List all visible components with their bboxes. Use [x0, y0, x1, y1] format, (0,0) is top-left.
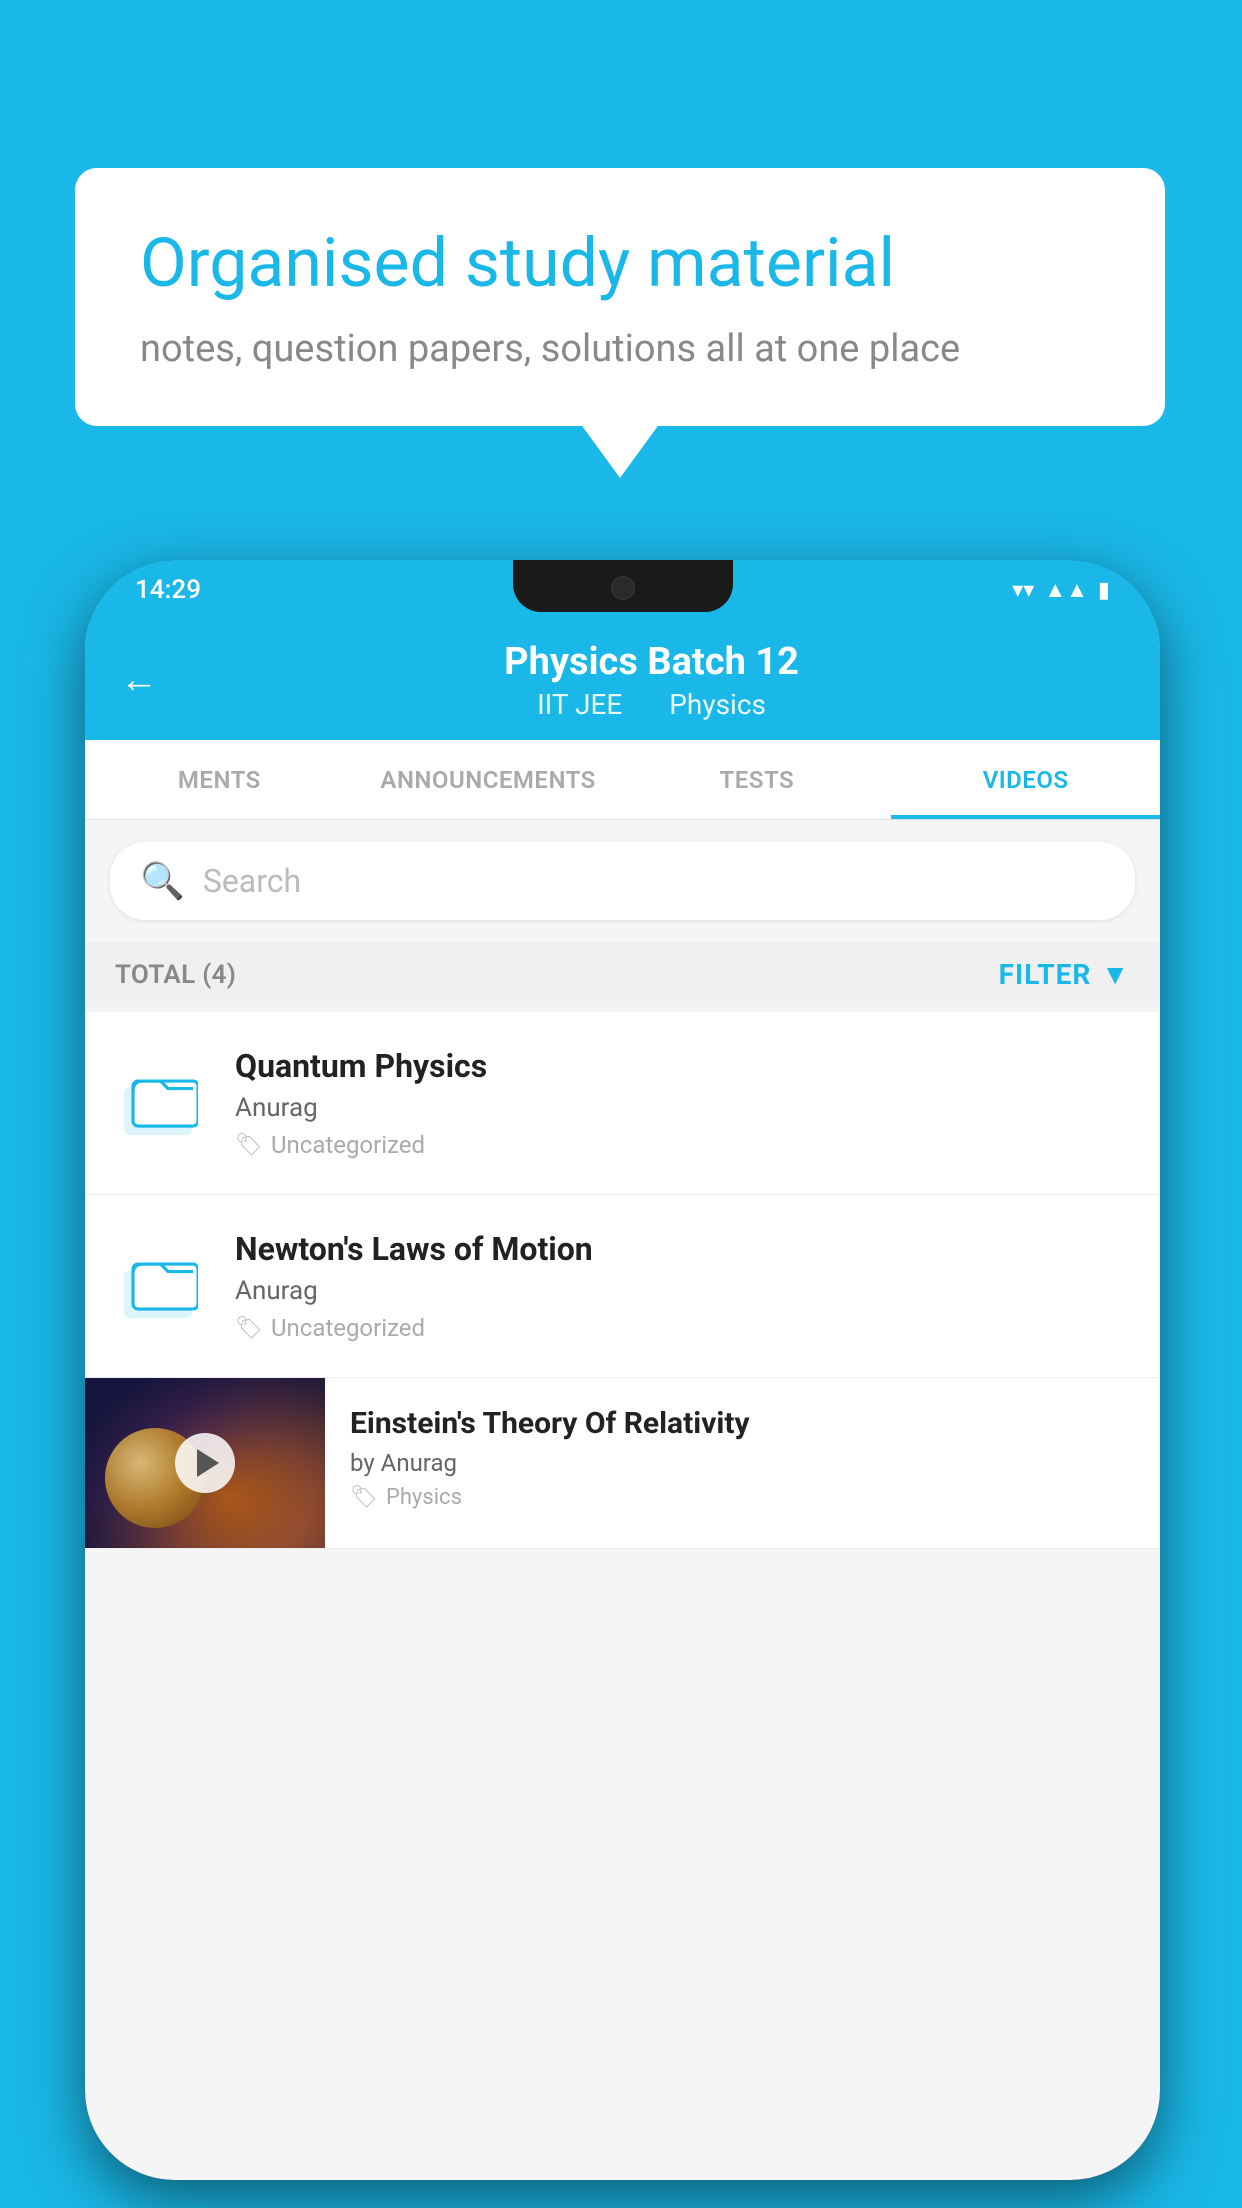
- phone-frame: 14:29 ▾▾ ▲▲ ▮ ← Physics Batch 12 IIT JEE…: [85, 560, 1160, 2180]
- item-info: Newton's Laws of Motion Anurag 🏷 Uncateg…: [235, 1230, 1130, 1342]
- bubble-title: Organised study material: [140, 223, 1100, 305]
- tag-icon: 🏷: [350, 1485, 378, 1510]
- item-info: Quantum Physics Anurag 🏷 Uncategorized: [235, 1047, 1130, 1159]
- tab-videos[interactable]: VIDEOS: [891, 740, 1160, 819]
- bubble-subtitle: notes, question papers, solutions all at…: [140, 327, 1100, 371]
- search-icon: 🔍: [140, 860, 185, 902]
- front-camera: [611, 576, 635, 600]
- total-count: TOTAL (4): [115, 960, 236, 990]
- item-info: Einstein's Theory Of Relativity by Anura…: [325, 1378, 1160, 1538]
- signal-icon: ▲▲: [1044, 577, 1088, 603]
- tabs-bar: MENTS ANNOUNCEMENTS TESTS VIDEOS: [85, 740, 1160, 820]
- phone-notch: [513, 560, 733, 612]
- tag-icon: 🏷: [235, 1133, 263, 1158]
- wifi-icon: ▾▾: [1012, 578, 1034, 603]
- item-title: Einstein's Theory Of Relativity: [350, 1406, 1135, 1441]
- back-button[interactable]: ←: [120, 658, 158, 702]
- header-center: Physics Batch 12 IIT JEE Physics: [178, 640, 1125, 721]
- play-button[interactable]: [175, 1433, 235, 1493]
- filter-button[interactable]: FILTER ▼: [999, 958, 1130, 991]
- status-time: 14:29: [135, 575, 201, 605]
- subtitle-physics: Physics: [669, 688, 766, 721]
- filter-bar: TOTAL (4) FILTER ▼: [85, 942, 1160, 1007]
- item-author: Anurag: [235, 1276, 1130, 1306]
- status-icons: ▾▾ ▲▲ ▮: [1012, 577, 1110, 603]
- subtitle-iitjee: IIT JEE: [537, 688, 622, 721]
- item-author: by Anurag: [350, 1449, 1135, 1477]
- item-tag: 🏷 Uncategorized: [235, 1314, 1130, 1342]
- speech-bubble: Organised study material notes, question…: [75, 168, 1165, 426]
- app-header: ← Physics Batch 12 IIT JEE Physics: [85, 620, 1160, 740]
- item-title: Quantum Physics: [235, 1047, 1130, 1085]
- battery-icon: ▮: [1098, 578, 1110, 603]
- tab-ments[interactable]: MENTS: [85, 740, 354, 819]
- folder-icon: [115, 1241, 205, 1331]
- play-icon: [197, 1449, 219, 1477]
- list-item[interactable]: Einstein's Theory Of Relativity by Anura…: [85, 1378, 1160, 1549]
- app-content: ← Physics Batch 12 IIT JEE Physics MENTS…: [85, 620, 1160, 2180]
- item-title: Newton's Laws of Motion: [235, 1230, 1130, 1268]
- search-bar[interactable]: 🔍 Search: [110, 842, 1135, 920]
- tab-announcements[interactable]: ANNOUNCEMENTS: [354, 740, 623, 819]
- video-thumbnail: [85, 1378, 325, 1548]
- tab-tests[interactable]: TESTS: [623, 740, 892, 819]
- item-tag: 🏷 Uncategorized: [235, 1131, 1130, 1159]
- batch-subtitle: IIT JEE Physics: [178, 688, 1125, 721]
- list-item[interactable]: Quantum Physics Anurag 🏷 Uncategorized: [85, 1012, 1160, 1195]
- list-item[interactable]: Newton's Laws of Motion Anurag 🏷 Uncateg…: [85, 1195, 1160, 1378]
- folder-icon: [115, 1058, 205, 1148]
- item-tag: 🏷 Physics: [350, 1485, 1135, 1510]
- item-author: Anurag: [235, 1093, 1130, 1123]
- tag-icon: 🏷: [235, 1316, 263, 1341]
- video-list: Quantum Physics Anurag 🏷 Uncategorized: [85, 1012, 1160, 1549]
- search-placeholder: Search: [203, 862, 301, 900]
- filter-icon: ▼: [1101, 958, 1130, 991]
- batch-title: Physics Batch 12: [178, 640, 1125, 684]
